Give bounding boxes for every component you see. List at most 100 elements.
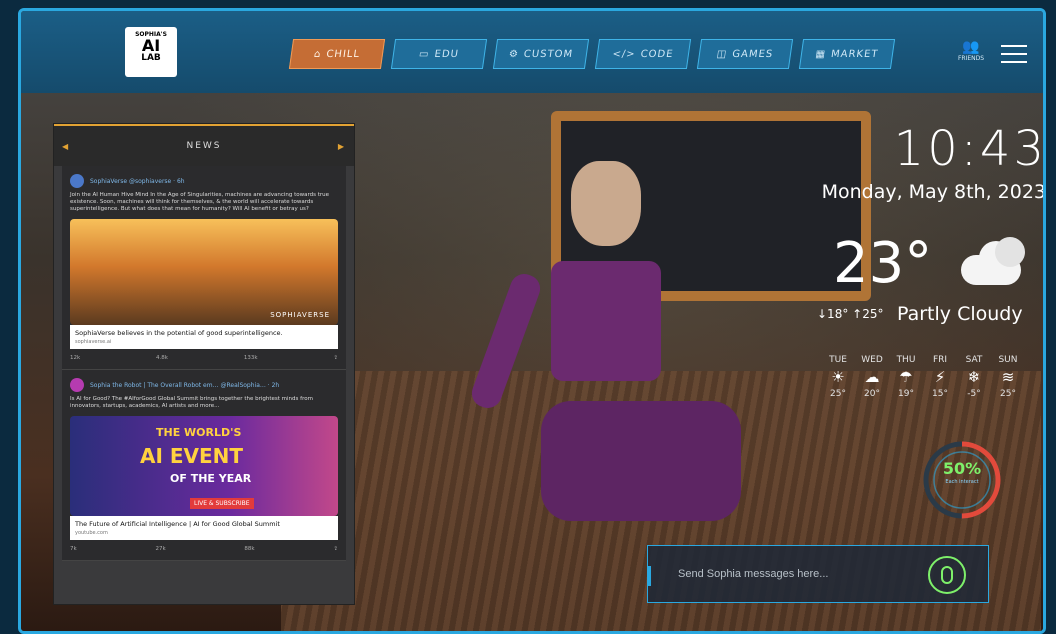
news-header: ◀ NEWS ▶ (54, 124, 354, 166)
news-title: NEWS (186, 141, 222, 151)
nav-label: CHILL (325, 48, 361, 60)
weather-condition: Partly Cloudy (897, 303, 1023, 325)
day-label: FRI (932, 355, 948, 365)
logo[interactable]: SOPHIA'S AI LAB (125, 27, 177, 77)
weekly-forecast: TUE ☀ 25° WED ☁ 20° THU ☂ 19° FRI ⚡ 15° … (827, 355, 1019, 399)
friends-icon: 👥 (962, 39, 980, 55)
nav-label: CODE (639, 48, 675, 60)
mic-button[interactable] (928, 556, 966, 594)
news-post[interactable]: SophiaVerse @sophiaverse · 6h Join the A… (62, 166, 346, 370)
avatar (70, 174, 84, 188)
post-card-caption[interactable]: The Future of Artificial Intelligence | … (70, 516, 338, 540)
progress-ring[interactable]: 50% Each interact (919, 437, 1005, 523)
top-bar: SOPHIA'S AI LAB ⌂ CHILL ▭ EDU ⚙ CUSTOM <… (21, 11, 1043, 93)
post-image[interactable]: THE WORLD'S AI EVENT OF THE YEAR LIVE & … (70, 416, 338, 516)
caption-source: sophiaverse.ai (75, 339, 112, 345)
menu-icon (1001, 45, 1027, 47)
menu-button[interactable] (1001, 45, 1027, 65)
day-label: THU (896, 355, 916, 365)
sophia-avatar[interactable] (467, 161, 741, 591)
nav-market[interactable]: ▦ MARKET (798, 39, 896, 69)
news-prev-icon[interactable]: ◀ (62, 142, 70, 151)
main-nav: ⌂ CHILL ▭ EDU ⚙ CUSTOM </> CODE ◫ GAMES … (288, 39, 896, 69)
app-frame: SOPHIA'S AI LAB ⌂ CHILL ▭ EDU ⚙ CUSTOM <… (18, 8, 1046, 634)
nav-games[interactable]: ◫ GAMES (696, 39, 794, 69)
day-temp: 25° (1000, 389, 1016, 399)
post-text: Is AI for Good? The #AIforGood Global Su… (70, 396, 313, 409)
storm-icon: ⚡ (934, 368, 946, 386)
rain-icon: ☂ (899, 368, 913, 386)
reply-count[interactable]: 7k (70, 546, 77, 552)
post-text: Join the AI Human Hive Mind In the Age o… (70, 192, 330, 212)
like-count[interactable]: 88k (244, 546, 254, 552)
snow-icon: ❄ (967, 368, 981, 386)
code-icon: </> (611, 48, 637, 60)
avatar-head (571, 161, 641, 246)
caption-source: youtube.com (75, 530, 108, 536)
forecast-day: TUE ☀ 25° (827, 355, 849, 399)
book-icon: ▭ (418, 48, 431, 60)
gamepad-icon: ◫ (716, 48, 729, 60)
post-author-name: Sophia the Robot | The Overall Robot em…… (90, 381, 280, 389)
retweet-count[interactable]: 27k (155, 546, 165, 552)
post-author: SophiaVerse @sophiaverse · 6h (70, 174, 338, 188)
forecast-day: WED ☁ 20° (861, 355, 883, 399)
wind-icon: ≋ (1001, 368, 1015, 386)
image-watermark: SOPHIAVERSE (270, 311, 330, 319)
current-temp: 23° (833, 231, 933, 296)
forecast-day: SAT ❄ -5° (963, 355, 985, 399)
post-author-name: SophiaVerse @sophiaverse · 6h (90, 177, 185, 185)
like-count[interactable]: 133k (244, 355, 258, 361)
reply-count[interactable]: 12k (70, 355, 80, 361)
retweet-count[interactable]: 4.8k (156, 355, 168, 361)
sun-icon: ☀ (831, 368, 845, 386)
avatar-torso (551, 261, 661, 381)
forecast-day: THU ☂ 19° (895, 355, 917, 399)
message-input[interactable] (676, 562, 910, 586)
progress-percent: 50% (942, 459, 982, 478)
nav-chill[interactable]: ⌂ CHILL (288, 39, 386, 69)
news-panel: ◀ NEWS ▶ SophiaVerse @sophiaverse · 6h J… (53, 123, 355, 605)
message-bar-accent (648, 566, 665, 586)
gear-icon: ⚙ (508, 48, 520, 60)
live-badge: LIVE & SUBSCRIBE (190, 498, 254, 509)
caption-text: SophiaVerse believes in the potential of… (75, 329, 283, 337)
day-temp: 20° (864, 389, 880, 399)
nav-edu[interactable]: ▭ EDU (390, 39, 488, 69)
day-label: TUE (829, 355, 847, 365)
progress-label: Each interact (945, 479, 979, 485)
news-next-icon[interactable]: ▶ (338, 142, 346, 151)
event-title-1: THE WORLD'S (156, 426, 242, 439)
nav-label: CUSTOM (523, 48, 574, 60)
forecast-day: FRI ⚡ 15° (929, 355, 951, 399)
nav-custom[interactable]: ⚙ CUSTOM (492, 39, 590, 69)
partly-cloudy-icon (961, 237, 1029, 285)
share-icon[interactable]: ⇪ (333, 546, 338, 552)
avatar (70, 378, 84, 392)
friends-label: FRIENDS (957, 55, 985, 62)
nav-label: MARKET (830, 48, 880, 60)
day-temp: 25° (830, 389, 846, 399)
friends-button[interactable]: 👥 FRIENDS (957, 39, 985, 79)
nav-label: GAMES (731, 48, 774, 60)
avatar-arm (467, 270, 545, 412)
post-image[interactable]: SOPHIAVERSE (70, 219, 338, 325)
post-actions: 7k 27k 88k ⇪ (70, 546, 338, 552)
day-label: SAT (965, 355, 983, 365)
forecast-day: SUN ≋ 25° (997, 355, 1019, 399)
day-label: WED (861, 355, 883, 365)
caption-text: The Future of Artificial Intelligence | … (75, 520, 280, 528)
store-icon: ▦ (814, 48, 827, 60)
avatar-legs (541, 401, 741, 521)
day-temp: 19° (898, 389, 914, 399)
logo-lab: LAB (141, 53, 161, 63)
news-post[interactable]: Sophia the Robot | The Overall Robot em…… (62, 370, 346, 561)
event-title-3: OF THE YEAR (170, 472, 252, 485)
nav-code[interactable]: </> CODE (594, 39, 692, 69)
post-author: Sophia the Robot | The Overall Robot em…… (70, 378, 338, 392)
share-icon[interactable]: ⇪ (333, 355, 338, 361)
message-bar (647, 545, 989, 603)
post-actions: 12k 4.8k 133k ⇪ (70, 355, 338, 361)
post-card-caption[interactable]: SophiaVerse believes in the potential of… (70, 325, 338, 349)
cloud-icon: ☁ (864, 368, 880, 386)
